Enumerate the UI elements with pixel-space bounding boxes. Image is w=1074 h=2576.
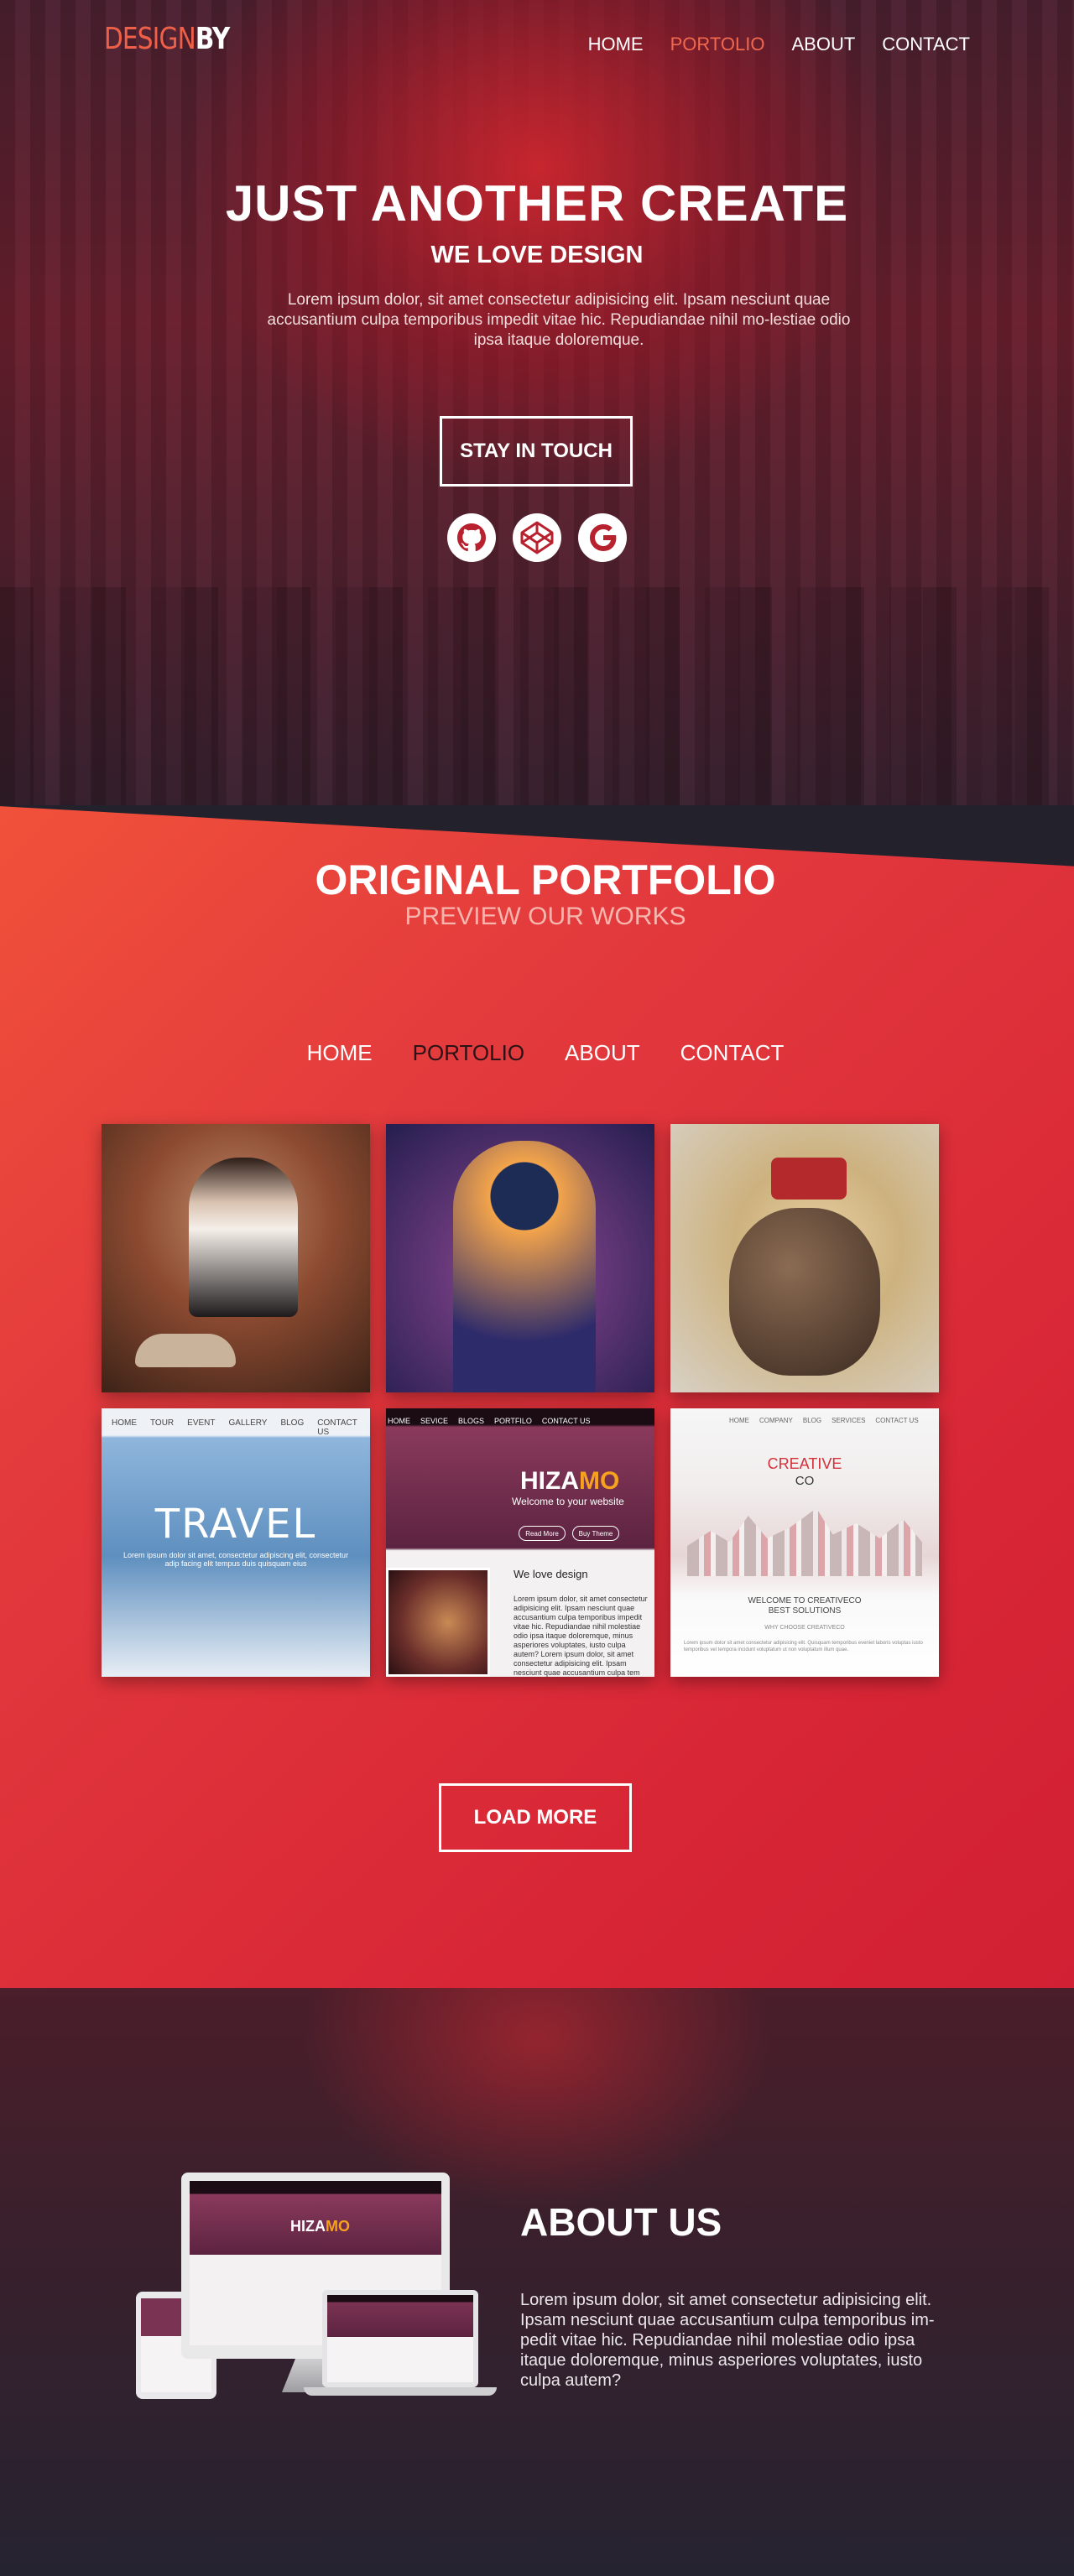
portfolio-filter-nav: HOME PORTOLIO ABOUT CONTACT — [0, 1040, 1074, 1066]
travel-headline: TRAVEL — [154, 1501, 317, 1548]
mini-nav-item: BLOG — [802, 1417, 822, 1424]
portfolio-grid: HOME TOUR EVENT GALLERY BLOG CONTACT US … — [102, 1124, 939, 1677]
mini-nav-item: CONTACT US — [317, 1418, 357, 1437]
about-section — [0, 1988, 1074, 2576]
mini-nav-item: SERVICES — [832, 1417, 866, 1424]
portfolio-tile-football-player[interactable] — [386, 1124, 654, 1392]
read-more-pill: Read More — [519, 1526, 566, 1541]
filter-portfolio[interactable]: PORTOLIO — [413, 1040, 524, 1066]
top-nav: HOME PORTOLIO ABOUT CONTACT — [588, 34, 970, 55]
hizamo-logo-part1: HIZA — [520, 1467, 579, 1495]
mini-nav-item: EVENT — [187, 1418, 216, 1428]
nav-about[interactable]: ABOUT — [792, 34, 856, 55]
portfolio-tile-businessman[interactable] — [102, 1124, 370, 1392]
mini-nav-item: HOME — [112, 1418, 137, 1428]
mini-nav-item: CONTACT US — [541, 1417, 591, 1425]
monitor-logo-part1: HIZA — [290, 2218, 326, 2235]
mini-nav-item: BLOGS — [458, 1417, 485, 1425]
nav-home[interactable]: HOME — [588, 34, 644, 55]
laptop-screen — [327, 2295, 473, 2382]
portfolio-tile-creativeco[interactable]: HOME COMPANY BLOG SERVICES CONTACT US CR… — [670, 1408, 939, 1677]
tile-mini-nav: HOME TOUR EVENT GALLERY BLOG CONTACT US — [102, 1418, 370, 1437]
mini-nav-item: TOUR — [150, 1418, 175, 1428]
creative-subtitle: CO — [795, 1474, 815, 1488]
mini-nav-item: PORTFILO — [494, 1417, 532, 1425]
filter-about[interactable]: ABOUT — [565, 1040, 640, 1066]
logo[interactable]: DESIGNBY — [104, 22, 230, 56]
mini-nav-item: SEVICE — [420, 1417, 449, 1425]
load-more-button[interactable]: LOAD MORE — [439, 1783, 632, 1852]
mini-nav-item: HOME — [388, 1417, 410, 1425]
creative-welcome-line2: BEST SOLUTIONS — [768, 1606, 842, 1616]
portfolio-tile-jeep-rock[interactable] — [670, 1124, 939, 1392]
about-text: Lorem ipsum dolor, sit amet consectetur … — [520, 2291, 935, 2390]
tile-mini-nav: HOME COMPANY BLOG SERVICES CONTACT US — [670, 1417, 939, 1424]
nav-portfolio[interactable]: PORTOLIO — [670, 34, 765, 55]
city-skyline-illustration — [687, 1508, 922, 1576]
hero-section: DESIGNBY HOME PORTOLIO ABOUT CONTACT — [0, 0, 1074, 805]
creative-title: CREATIVE — [767, 1455, 842, 1472]
creative-welcome-line1: WELCOME TO CREATIVECO — [748, 1596, 862, 1605]
portfolio-subtitle: PREVIEW OUR WORKS — [404, 903, 686, 930]
google-icon[interactable] — [577, 513, 628, 563]
portfolio-title: ORIGINAL PORTFOLIO — [315, 856, 776, 903]
mini-nav-item: GALLERY — [228, 1418, 268, 1428]
hizamo-logo-part2: MO — [579, 1467, 620, 1495]
stay-in-touch-button[interactable]: STAY IN TOUCH — [440, 416, 633, 487]
car-illustration — [135, 1334, 236, 1367]
filter-home[interactable]: HOME — [307, 1040, 373, 1066]
jeep-illustration — [771, 1158, 847, 1200]
mini-nav-item: BLOG — [280, 1418, 305, 1428]
travel-text: Lorem ipsum dolor sit amet, consectetur … — [123, 1551, 349, 1568]
hero-subtitle: WE LOVE DESIGN — [430, 242, 644, 268]
mini-nav-item: COMPANY — [759, 1417, 793, 1424]
laptop-mockup — [322, 2290, 478, 2387]
rock-illustration — [729, 1208, 880, 1376]
hizamo-photo — [386, 1568, 490, 1677]
portfolio-tile-travel[interactable]: HOME TOUR EVENT GALLERY BLOG CONTACT US … — [102, 1408, 370, 1677]
hizamo-welcome: Welcome to your website — [512, 1496, 624, 1507]
hizamo-heading: We love design — [514, 1568, 588, 1580]
hero-text: Lorem ipsum dolor, sit amet consectetur … — [267, 291, 851, 349]
laptop-base — [304, 2387, 497, 2396]
monitor-hizamo-logo: HIZAMO — [290, 2218, 350, 2235]
about-title: ABOUT US — [520, 2200, 722, 2244]
creative-why: WHY CHOOSE CREATIVECO — [764, 1625, 845, 1631]
tile-mini-nav: HOME SEVICE BLOGS PORTFILO CONTACT US — [386, 1417, 654, 1425]
buy-theme-pill: Buy Theme — [572, 1526, 619, 1541]
github-icon[interactable] — [446, 513, 497, 563]
nav-contact[interactable]: CONTACT — [882, 34, 970, 55]
businessman-illustration — [189, 1158, 298, 1317]
mini-nav-item: CONTACT US — [875, 1417, 919, 1424]
hizamo-text: Lorem ipsum dolor, sit amet consectetur … — [514, 1595, 648, 1677]
social-links — [446, 513, 628, 563]
creative-text: Lorem ipsum dolor sit amet consectetur a… — [684, 1641, 923, 1652]
filter-contact[interactable]: CONTACT — [680, 1040, 785, 1066]
creative-welcome: WELCOME TO CREATIVECO BEST SOLUTIONS — [670, 1596, 939, 1616]
hero-title: JUST ANOTHER CREATE — [225, 175, 849, 232]
football-player-illustration — [453, 1141, 596, 1392]
monitor-logo-part2: MO — [326, 2218, 350, 2235]
mini-nav-item: HOME — [729, 1417, 749, 1424]
hizamo-logo: HIZAMO — [520, 1467, 619, 1496]
codepen-icon[interactable] — [512, 513, 562, 563]
portfolio-tile-hizamo[interactable]: HOME SEVICE BLOGS PORTFILO CONTACT US HI… — [386, 1408, 654, 1677]
